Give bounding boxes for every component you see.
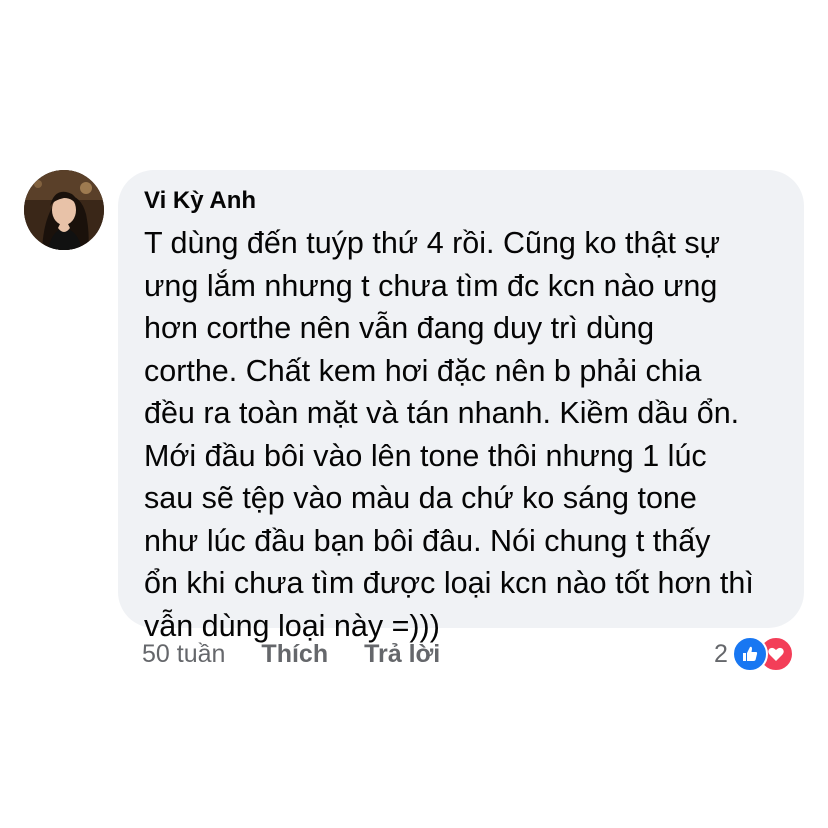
reactions-summary[interactable]: 2: [714, 636, 794, 672]
comment-author[interactable]: Vi Kỳ Anh: [144, 184, 786, 218]
comment-line: ổn khi chưa tìm được loại kcn nào tốt hơ…: [144, 566, 754, 600]
avatar-photo: [24, 170, 104, 250]
comment-line: Mới đầu bôi vào lên tone thôi nhưng 1 lú…: [144, 438, 707, 473]
comment-timestamp[interactable]: 50 tuần: [142, 640, 225, 669]
comment-text: T dùng đến tuýp thứ 4 rồi. Cũng ko thật …: [144, 222, 786, 647]
comment-line: hơn corthe nên vẫn đang duy trì dùng: [144, 311, 655, 345]
avatar[interactable]: [24, 170, 104, 250]
comment-line: ưng lắm nhưng t chưa tìm đc kcn nào ưng: [144, 268, 718, 303]
reaction-count: 2: [714, 639, 728, 668]
reply-button[interactable]: Trả lời: [364, 640, 440, 669]
comment-line: như lúc đầu bạn bôi đâu. Nói chung t thấ…: [144, 523, 711, 558]
comment-line: đều ra toàn mặt và tán nhanh. Kiềm dầu ổ…: [144, 396, 740, 430]
comment-line: T dùng đến tuýp thứ 4 rồi. Cũng ko thật …: [144, 226, 721, 260]
like-button[interactable]: Thích: [261, 640, 328, 669]
comment-actions: 50 tuần Thích Trả lời: [142, 636, 440, 672]
like-icon: [731, 636, 768, 672]
comment-line: corthe. Chất kem hơi đặc nên b phải chia: [144, 353, 702, 388]
comment-bubble: Vi Kỳ Anh T dùng đến tuýp thứ 4 rồi. Cũn…: [118, 170, 804, 643]
comment-line: sau sẽ tệp vào màu da chứ ko sáng tone: [144, 481, 697, 515]
